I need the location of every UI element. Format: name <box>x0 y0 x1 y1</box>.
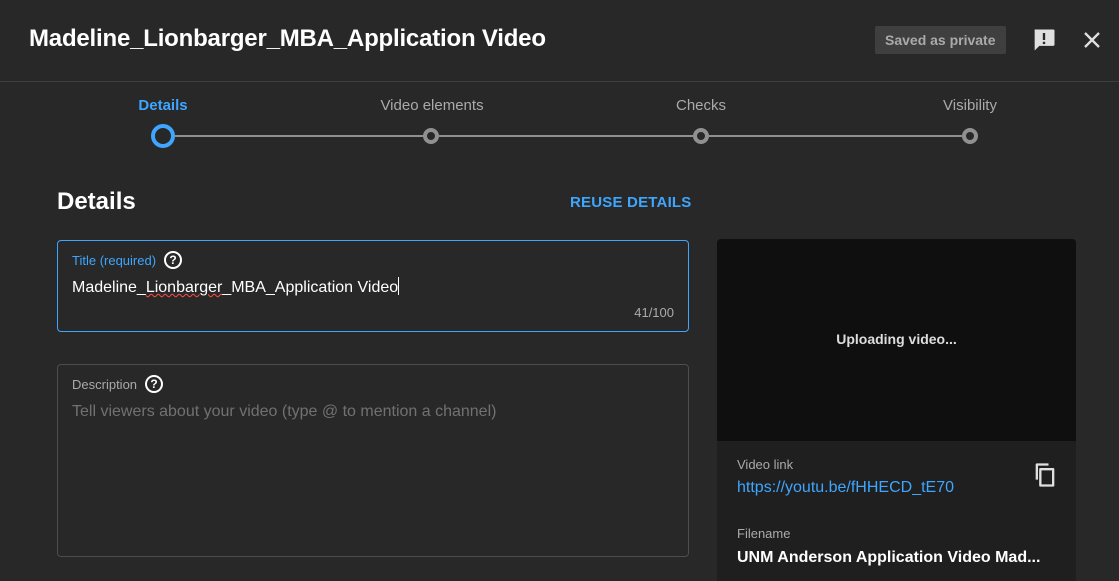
title-field[interactable]: Title (required) ? Madeline_Lionbarger_M… <box>57 240 689 332</box>
step-visibility-dot[interactable] <box>962 128 978 144</box>
upload-status-text: Uploading video... <box>836 331 957 347</box>
reuse-details-button[interactable]: REUSE DETAILS <box>570 194 692 211</box>
filename-value: UNM Anderson Application Video Mad... <box>737 549 1041 566</box>
step-video-elements-label[interactable]: Video elements <box>380 97 483 114</box>
title-value-suffix: _MBA_Application Video <box>222 279 399 296</box>
upload-dialog: Madeline_Lionbarger_MBA_Application Vide… <box>0 0 1119 581</box>
filename-label: Filename <box>737 526 791 541</box>
close-icon <box>1084 32 1100 48</box>
help-icon[interactable]: ? <box>145 375 164 393</box>
description-field-label: Description ? <box>72 375 164 393</box>
text-caret <box>398 277 400 295</box>
step-checks-dot[interactable] <box>693 128 709 144</box>
video-preview-panel: Uploading video... Video link https://yo… <box>717 239 1076 581</box>
video-link-label: Video link <box>737 457 794 472</box>
step-details-label[interactable]: Details <box>138 97 187 114</box>
title-value-misspelled: Lionbarger <box>145 279 223 296</box>
step-visibility-label[interactable]: Visibility <box>943 97 997 114</box>
copy-icon <box>1035 463 1055 487</box>
dialog-title: Madeline_Lionbarger_MBA_Application Vide… <box>29 25 546 52</box>
video-link[interactable]: https://youtu.be/fHHECD_tE70 <box>737 479 954 497</box>
step-checks-label[interactable]: Checks <box>676 97 726 114</box>
description-input[interactable]: Tell viewers about your video (type @ to… <box>72 403 496 421</box>
description-field[interactable]: Description ? Tell viewers about your vi… <box>57 364 689 557</box>
title-input[interactable]: Madeline_Lionbarger_MBA_Application Vide… <box>72 277 400 297</box>
close-button[interactable] <box>1078 26 1106 54</box>
title-label-text: Title (required) <box>72 252 157 268</box>
step-connector <box>439 135 693 137</box>
details-heading: Details <box>57 188 136 215</box>
dialog-header: Madeline_Lionbarger_MBA_Application Vide… <box>0 0 1119 82</box>
title-value-prefix: Madeline_ <box>72 279 146 296</box>
feedback-button[interactable] <box>1030 26 1058 54</box>
copy-link-button[interactable] <box>1031 461 1059 489</box>
video-player: Uploading video... <box>717 239 1076 441</box>
help-icon[interactable]: ? <box>164 251 183 269</box>
upload-stepper: Details Video elements Checks Visibility <box>0 82 1119 162</box>
step-details-dot[interactable] <box>151 124 175 148</box>
step-video-elements-dot[interactable] <box>423 128 439 144</box>
step-connector <box>175 135 423 137</box>
title-char-counter: 41/100 <box>634 305 674 320</box>
step-connector <box>709 135 962 137</box>
feedback-icon <box>1034 29 1055 51</box>
description-label-text: Description <box>72 376 138 392</box>
saved-status-badge: Saved as private <box>875 26 1006 54</box>
title-field-label: Title (required) ? <box>72 251 183 269</box>
